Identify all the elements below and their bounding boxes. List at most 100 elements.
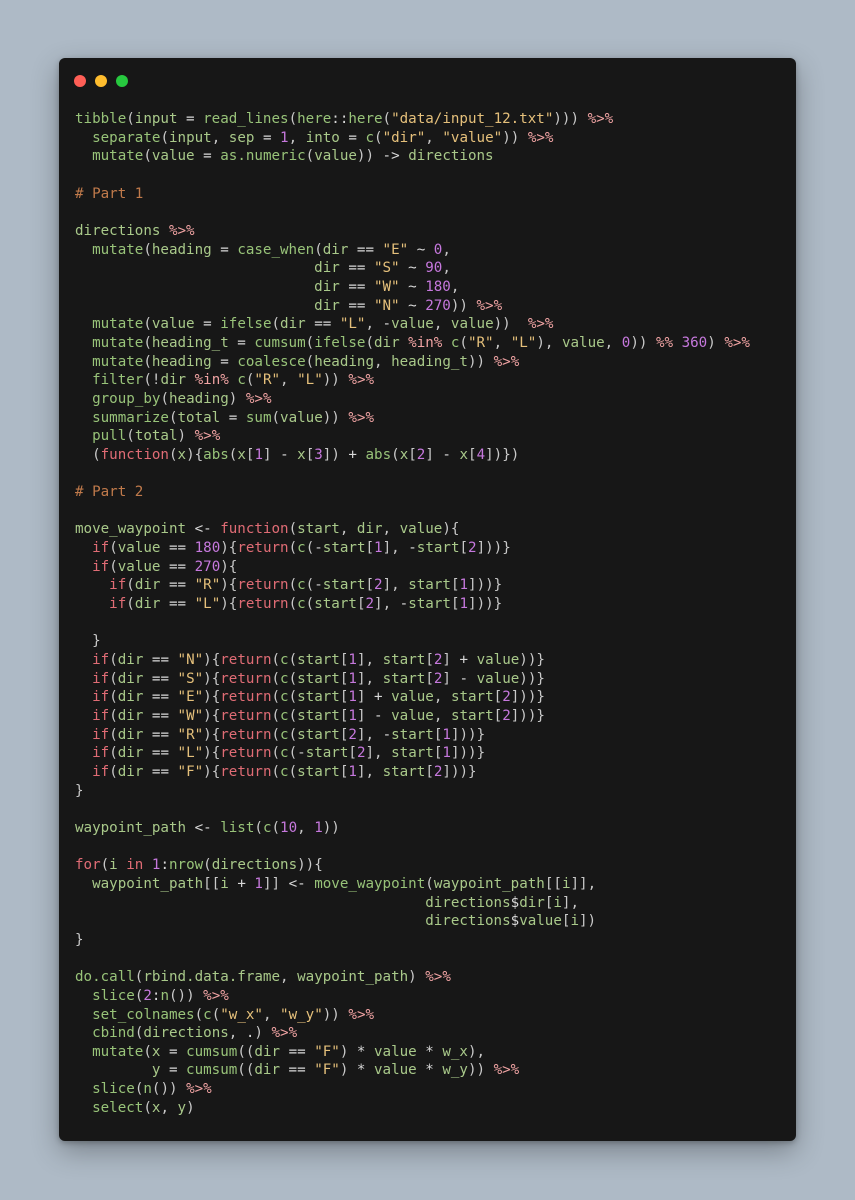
code-token: [ bbox=[493, 689, 503, 706]
code-token: ){ bbox=[203, 670, 221, 687]
code-token: - bbox=[450, 670, 477, 687]
code-token: ( bbox=[126, 111, 135, 127]
minimize-button[interactable] bbox=[95, 75, 107, 87]
code-token: %>% bbox=[168, 222, 195, 239]
code-token: ( bbox=[168, 409, 178, 426]
code-token: value bbox=[117, 540, 161, 557]
code-token: ], bbox=[356, 670, 375, 687]
code-token: ], bbox=[382, 540, 400, 557]
code-token: { bbox=[314, 857, 323, 874]
code-token: waypoint_path bbox=[433, 875, 545, 892]
code-token: y bbox=[177, 1099, 187, 1116]
code-token: (- bbox=[305, 577, 323, 594]
code-token: "W" bbox=[177, 708, 204, 724]
code-token: if bbox=[92, 540, 110, 557]
code-token: dir bbox=[134, 577, 161, 594]
code-line: } bbox=[75, 782, 750, 801]
code-token: start bbox=[297, 521, 340, 538]
code-token: == bbox=[143, 708, 178, 724]
code-token: start bbox=[297, 708, 340, 724]
code-token: "F" bbox=[314, 1062, 340, 1079]
code-token: ){ bbox=[220, 558, 238, 575]
zoom-button[interactable] bbox=[116, 75, 128, 87]
code-token: waypoint_path bbox=[297, 969, 409, 986]
code-line: mutate(heading_t = cumsum(ifelse(dir %in… bbox=[75, 334, 750, 353]
code-token: if bbox=[109, 577, 127, 594]
code-token: return bbox=[220, 763, 272, 780]
code-token: - bbox=[271, 446, 298, 463]
code-token: 2 bbox=[468, 540, 477, 557]
code-token: } bbox=[75, 782, 84, 799]
code-token: ( bbox=[100, 857, 110, 874]
code-line: if(dir == "N"){return(c(start[1], start[… bbox=[75, 651, 750, 670]
code-line: summarize(total = sum(value)) %>% bbox=[75, 409, 750, 428]
code-token: heading bbox=[168, 390, 229, 407]
code-token: do.call bbox=[75, 969, 135, 986]
code-token: dir bbox=[134, 596, 161, 613]
code-token: case_when bbox=[237, 241, 315, 258]
code-token: start bbox=[450, 708, 494, 724]
code-line: cbind(directions, .) %>% bbox=[75, 1024, 750, 1043]
code-token: ( bbox=[194, 1006, 204, 1023]
code-token: directions bbox=[425, 894, 511, 911]
code-token: dir bbox=[117, 745, 144, 762]
code-token: "data/input_12.txt" bbox=[391, 111, 554, 127]
code-token: = bbox=[211, 241, 238, 258]
code-token: ( bbox=[382, 111, 392, 127]
code-token: start bbox=[322, 577, 366, 594]
code-token: x bbox=[237, 446, 246, 463]
code-token: ){ bbox=[442, 521, 460, 538]
code-token: total bbox=[134, 428, 178, 445]
code-token: == bbox=[280, 1062, 315, 1079]
code-token: 1 bbox=[254, 446, 263, 463]
code-token: [ bbox=[425, 763, 434, 780]
code-token: ( bbox=[109, 708, 118, 724]
code-token: == bbox=[339, 297, 374, 314]
close-button[interactable] bbox=[74, 75, 86, 87]
code-token: 1 bbox=[348, 689, 357, 706]
code-token: ( bbox=[305, 596, 315, 613]
code-token: ~ bbox=[399, 297, 426, 314]
code-token: - bbox=[433, 446, 460, 463]
code-token: ( bbox=[160, 390, 169, 407]
code-token: set_colnames bbox=[92, 1006, 195, 1023]
code-line: if(dir == "S"){return(c(start[1], start[… bbox=[75, 670, 750, 689]
code-line: dir == "S" ~ 90, bbox=[75, 259, 750, 278]
code-token: ) bbox=[177, 428, 187, 445]
code-token: 1 bbox=[348, 652, 357, 669]
code-token: [ bbox=[348, 745, 357, 762]
code-token: )) bbox=[502, 129, 520, 146]
code-token: %>% bbox=[527, 129, 554, 146]
code-token: [ bbox=[365, 577, 375, 594]
code-token: i bbox=[561, 875, 571, 892]
code-token: start bbox=[391, 726, 434, 743]
code-token: == bbox=[348, 241, 383, 258]
code-token: cumsum bbox=[254, 334, 306, 351]
code-token: 1 bbox=[348, 670, 357, 687]
code-token: ( bbox=[288, 596, 298, 613]
code-token: 1 bbox=[348, 708, 357, 724]
code-token: )) bbox=[297, 857, 315, 874]
code-token: ]))} bbox=[468, 596, 503, 613]
code-token: cumsum bbox=[186, 1043, 238, 1060]
code-token: = bbox=[194, 316, 221, 333]
code-line: mutate(heading = case_when(dir == "E" ~ … bbox=[75, 241, 750, 260]
code-token: ()) bbox=[169, 987, 195, 1004]
code-token: x bbox=[459, 446, 469, 463]
code-token: %>% bbox=[186, 1081, 212, 1098]
code-token: directions bbox=[143, 1025, 229, 1042]
code-token: ( bbox=[143, 334, 152, 351]
code-token: = bbox=[220, 409, 246, 426]
code-token: c bbox=[365, 129, 375, 146]
code-token: dir bbox=[314, 297, 340, 314]
